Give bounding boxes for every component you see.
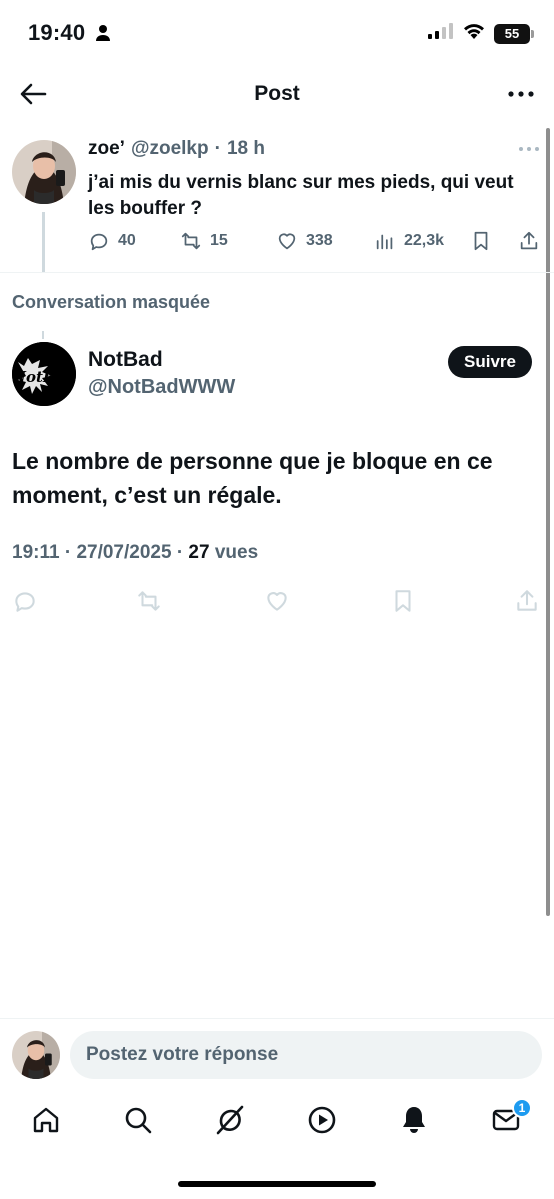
battery-icon: 55 — [494, 23, 534, 44]
post-age: 18 h — [226, 138, 265, 159]
parent-tweet-header: zoe’ @zoelkp · 18 h — [88, 138, 265, 160]
tweet-more-icon[interactable] — [518, 138, 540, 159]
thread-line — [42, 212, 45, 272]
avatar[interactable] — [12, 1031, 60, 1079]
like-count: 338 — [306, 232, 333, 249]
repost-icon[interactable] — [136, 588, 162, 619]
tab-bar: 1 — [0, 1092, 554, 1152]
repost-button[interactable]: 15 — [180, 230, 228, 252]
reply-input[interactable]: Postez votre réponse — [70, 1031, 542, 1079]
reply-icon — [90, 233, 108, 251]
hidden-conversation-label[interactable]: Conversation masquée — [12, 292, 210, 313]
follow-button[interactable]: Suivre — [448, 346, 532, 378]
reply-button[interactable]: 40 — [88, 230, 136, 252]
home-icon[interactable] — [30, 1104, 62, 1136]
views-button[interactable]: 22,3k — [374, 230, 444, 252]
more-options-button[interactable] — [506, 80, 536, 108]
heart-icon[interactable] — [264, 588, 290, 619]
views-count: 22,3k — [404, 232, 445, 249]
share-icon — [520, 231, 538, 250]
avatar[interactable]: NotBad — [12, 342, 76, 406]
home-indicator[interactable] — [178, 1181, 376, 1187]
author-handle[interactable]: @zoelkp — [131, 138, 209, 160]
tweet-meta: 19:11 · 27/07/2025 · 27 vues — [12, 542, 258, 564]
heart-icon — [278, 233, 296, 250]
repost-count: 15 — [210, 232, 228, 249]
parent-tweet[interactable]: zoe’ @zoelkp · 18 h j’ai mis du vernis b… — [0, 128, 554, 272]
post-time[interactable]: 19:11 — [12, 542, 60, 563]
messages-badge: 1 — [512, 1098, 532, 1118]
bookmark-button[interactable] — [470, 230, 492, 252]
person-icon — [95, 24, 111, 47]
search-icon[interactable] — [122, 1104, 154, 1136]
divider — [0, 272, 554, 273]
status-bar: 19:40 55 — [0, 0, 554, 66]
views-icon — [376, 234, 393, 250]
svg-text:NotBad: NotBad — [12, 368, 76, 386]
thread-line — [42, 331, 44, 339]
share-icon[interactable] — [514, 588, 540, 619]
notifications-icon[interactable] — [398, 1104, 430, 1136]
share-button[interactable] — [518, 230, 540, 252]
bookmark-icon[interactable] — [390, 588, 416, 619]
author-name[interactable]: zoe’ — [88, 138, 125, 160]
reply-icon[interactable] — [12, 588, 38, 619]
views-label: vues — [214, 542, 259, 563]
like-button[interactable]: 338 — [276, 230, 333, 252]
wifi-icon — [462, 22, 486, 45]
tweet-text: j’ai mis du vernis blanc sur mes pieds, … — [88, 172, 514, 219]
video-icon[interactable] — [306, 1104, 338, 1136]
tweet-text: Le nombre de personne que je bloque en c… — [12, 448, 493, 508]
reply-count: 40 — [118, 232, 136, 249]
author-handle[interactable]: @NotBadWWW — [88, 376, 235, 399]
messages-icon[interactable]: 1 — [490, 1098, 532, 1136]
views-count: 27 — [188, 542, 210, 563]
status-time: 19:40 — [28, 20, 86, 45]
header: Post — [0, 66, 554, 122]
post-date[interactable]: 27/07/2025 — [76, 542, 171, 563]
status-indicators: 55 — [428, 22, 534, 45]
separator-dot: · — [176, 542, 189, 563]
separator-dot: · — [214, 138, 221, 159]
tweet-actions: 40 15 338 22,3k — [88, 230, 544, 258]
bookmark-icon — [474, 231, 488, 251]
author-name[interactable]: NotBad — [88, 348, 163, 372]
grok-icon[interactable] — [214, 1104, 246, 1136]
repost-icon — [181, 232, 201, 250]
page-title: Post — [254, 82, 300, 105]
avatar[interactable] — [12, 140, 76, 204]
signal-icon — [428, 23, 454, 44]
tweet-actions — [12, 588, 542, 616]
reply-bar: Postez votre réponse — [0, 1018, 554, 1092]
separator-dot: · — [64, 542, 77, 563]
